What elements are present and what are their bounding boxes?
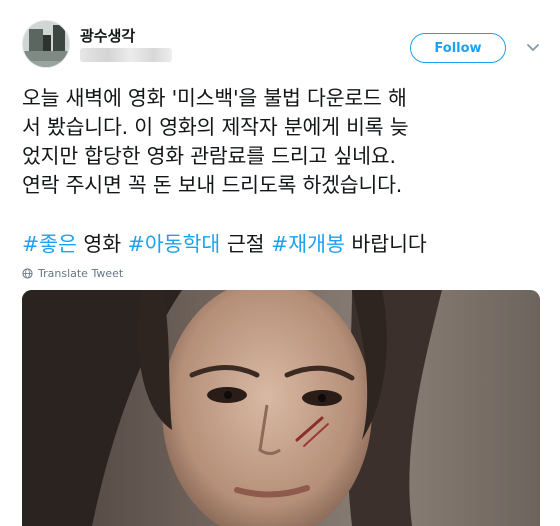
translate-tweet-link[interactable]: Translate Tweet	[22, 265, 123, 281]
tweet-text-line: 서 봤습니다. 이 영화의 제작자 분에게 비록 늦	[22, 115, 409, 139]
tweet-text-line: 연락 주시면 꼭 돈 보내 드리도록 하겠습니다.	[22, 173, 403, 197]
tweet-text-fragment: 영화	[76, 232, 128, 256]
tweet-media-image[interactable]	[22, 290, 540, 526]
tweet-header: 광수생각 Follow	[22, 20, 542, 72]
display-name[interactable]: 광수생각	[80, 25, 135, 46]
tweet-text-line: 오늘 새벽에 영화 '미스백'을 불법 다운로드 해	[22, 86, 407, 110]
more-options-button[interactable]	[524, 38, 542, 56]
movie-poster-photo-icon	[22, 290, 540, 526]
hashtag-link[interactable]: #좋은	[22, 232, 77, 256]
hashtag-link[interactable]: #재개봉	[271, 232, 345, 256]
avatar[interactable]	[22, 20, 70, 68]
hashtag-link[interactable]: #아동학대	[128, 232, 221, 256]
tweet-text-fragment: 근절	[220, 232, 272, 256]
globe-icon	[22, 267, 33, 279]
tweet-text: 오늘 새벽에 영화 '미스백'을 불법 다운로드 해 서 봤습니다. 이 영화의…	[22, 84, 542, 200]
tweet-hashtag-line: #좋은 영화 #아동학대 근절 #재개봉 바랍니다	[22, 230, 542, 259]
blurred-handle	[80, 48, 172, 62]
translate-tweet-label: Translate Tweet	[38, 266, 124, 280]
follow-button[interactable]: Follow	[410, 33, 506, 63]
profile-photo-avatar-icon	[23, 21, 69, 67]
tweet-card: 광수생각 Follow 오늘 새벽에 영화 '미스백'을 불법 다운로드 해 서…	[0, 0, 560, 526]
tweet-text-line: 었지만 합당한 영화 관람료를 드리고 싶네요.	[22, 144, 396, 168]
tweet-text-fragment: 바랍니다	[344, 232, 427, 256]
chevron-down-icon	[527, 44, 539, 51]
